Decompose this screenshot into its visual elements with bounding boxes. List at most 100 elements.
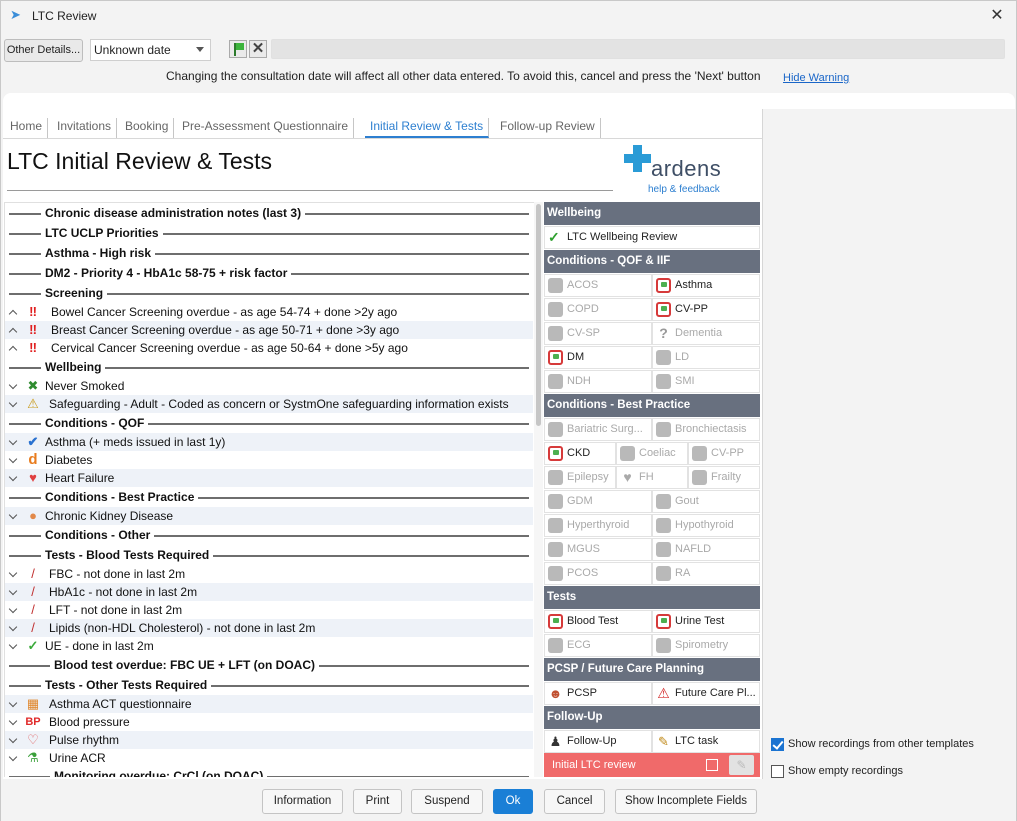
spirometry-button[interactable]: Spirometry: [652, 634, 760, 657]
dm-button[interactable]: DM: [544, 346, 652, 369]
initial-ltc-review-row[interactable]: Initial LTC review ✎: [544, 753, 760, 777]
fh-button[interactable]: ♥ FH: [616, 466, 688, 489]
ra-button[interactable]: RA: [652, 562, 760, 585]
chevron-down-icon[interactable]: [8, 436, 18, 446]
chevron-down-icon[interactable]: [8, 698, 18, 708]
tab-invitations[interactable]: Invitations: [52, 118, 118, 138]
pcsp-button[interactable]: ☻ PCSP: [544, 682, 652, 705]
asthma-button[interactable]: Asthma: [652, 274, 760, 297]
initial-ltc-review-checkbox[interactable]: [706, 759, 718, 771]
chevron-down-icon[interactable]: [8, 586, 18, 596]
list-item[interactable]: ♥ Heart Failure: [5, 469, 533, 487]
ltc-wellbeing-review-button[interactable]: ✓ LTC Wellbeing Review: [544, 226, 760, 249]
ardens-logo[interactable]: ardens help & feedback: [623, 144, 733, 196]
show-empty-recordings-checkbox[interactable]: [771, 765, 784, 778]
other-details-button[interactable]: Other Details...: [4, 39, 83, 62]
chevron-down-icon[interactable]: [8, 510, 18, 520]
ld-button[interactable]: LD: [652, 346, 760, 369]
mgus-button[interactable]: MGUS: [544, 538, 652, 561]
list-item[interactable]: / FBC - not done in last 2m: [5, 565, 533, 583]
epilepsy-button[interactable]: Epilepsy: [544, 466, 616, 489]
chevron-up-icon[interactable]: [8, 345, 18, 355]
nafld-button[interactable]: NAFLD: [652, 538, 760, 561]
help-feedback-link[interactable]: help & feedback: [648, 184, 720, 195]
list-item[interactable]: ‼ Breast Cancer Screening overdue - as ag…: [5, 321, 533, 339]
acos-button[interactable]: ACOS: [544, 274, 652, 297]
chevron-down-icon[interactable]: [8, 640, 18, 650]
show-incomplete-fields-button[interactable]: Show Incomplete Fields: [615, 789, 757, 814]
list-item[interactable]: ⚗ Urine ACR: [5, 749, 533, 767]
gout-button[interactable]: Gout: [652, 490, 760, 513]
ckd-button[interactable]: CKD: [544, 442, 616, 465]
list-item[interactable]: d Diabetes: [5, 451, 533, 469]
list-item[interactable]: ▦ Asthma ACT questionnaire: [5, 695, 533, 713]
date-text-field[interactable]: [271, 39, 1005, 59]
ndh-button[interactable]: NDH: [544, 370, 652, 393]
list-item[interactable]: ‼ Cervical Cancer Screening overdue - as …: [5, 339, 533, 357]
flag-icon[interactable]: [229, 40, 247, 58]
frailty-button[interactable]: Frailty: [688, 466, 760, 489]
list-item[interactable]: ✓ UE - done in last 2m: [5, 637, 533, 655]
tab-pre-assessment[interactable]: Pre-Assessment Questionnaire: [177, 118, 355, 138]
scroll-thumb[interactable]: [536, 204, 541, 426]
chevron-down-icon[interactable]: [8, 734, 18, 744]
tab-initial-review[interactable]: Initial Review & Tests: [365, 118, 490, 138]
tab-home[interactable]: Home: [5, 118, 49, 138]
suspend-button[interactable]: Suspend: [411, 789, 483, 814]
information-button[interactable]: Information: [262, 789, 343, 814]
clear-icon[interactable]: ✕: [249, 40, 267, 58]
cv-pp-bp-button[interactable]: CV-PP: [688, 442, 760, 465]
list-item[interactable]: / Lipids (non-HDL Cholesterol) - not done…: [5, 619, 533, 637]
chevron-up-icon[interactable]: [8, 309, 18, 319]
chevron-down-icon[interactable]: [8, 454, 18, 464]
cv-sp-button[interactable]: CV-SP: [544, 322, 652, 345]
chevron-down-icon[interactable]: [8, 622, 18, 632]
cancel-button[interactable]: Cancel: [544, 789, 605, 814]
hyperthyroid-button[interactable]: Hyperthyroid: [544, 514, 652, 537]
chevron-down-icon[interactable]: [8, 380, 18, 390]
follow-up-button[interactable]: ♟ Follow-Up: [544, 730, 652, 753]
coeliac-button[interactable]: Coeliac: [616, 442, 688, 465]
ltc-task-button[interactable]: ✎ LTC task: [652, 730, 760, 753]
tab-follow-up-review[interactable]: Follow-up Review: [495, 118, 601, 138]
urine-test-button[interactable]: Urine Test: [652, 610, 760, 633]
chevron-down-icon[interactable]: [8, 604, 18, 614]
bariatric-button[interactable]: Bariatric Surg...: [544, 418, 652, 441]
smi-button[interactable]: SMI: [652, 370, 760, 393]
future-care-button[interactable]: ⚠ Future Care Pl...: [652, 682, 760, 705]
consultation-date-select[interactable]: Unknown date: [90, 39, 211, 61]
blood-test-button[interactable]: Blood Test: [544, 610, 652, 633]
list-item[interactable]: ⚠ Safeguarding - Adult - Coded as concern…: [5, 395, 533, 413]
copd-button[interactable]: COPD: [544, 298, 652, 321]
list-item[interactable]: / HbA1c - not done in last 2m: [5, 583, 533, 601]
list-item[interactable]: ● Chronic Kidney Disease: [5, 507, 533, 525]
pencil-icon[interactable]: ✎: [729, 755, 754, 775]
section-wellbeing: Wellbeing: [544, 202, 760, 225]
list-item[interactable]: ‼ Bowel Cancer Screening overdue - as age…: [5, 303, 533, 321]
list-scrollbar[interactable]: [534, 202, 543, 777]
chevron-down-icon[interactable]: [8, 716, 18, 726]
bronchiectasis-button[interactable]: Bronchiectasis: [652, 418, 760, 441]
ecg-button[interactable]: ECG: [544, 634, 652, 657]
chevron-up-icon[interactable]: [8, 327, 18, 337]
close-icon[interactable]: ✕: [986, 5, 1008, 27]
chevron-down-icon[interactable]: [8, 752, 18, 762]
ok-button[interactable]: Ok: [493, 789, 533, 814]
show-other-templates-checkbox[interactable]: [771, 738, 784, 751]
tab-booking[interactable]: Booking: [120, 118, 175, 138]
print-button[interactable]: Print: [353, 789, 402, 814]
list-item[interactable]: BP Blood pressure: [5, 713, 533, 731]
hide-warning-link[interactable]: Hide Warning: [783, 72, 849, 84]
chevron-down-icon[interactable]: [8, 472, 18, 482]
gdm-button[interactable]: GDM: [544, 490, 652, 513]
hypothyroid-button[interactable]: Hypothyroid: [652, 514, 760, 537]
list-item[interactable]: ♡ Pulse rhythm: [5, 731, 533, 749]
list-item[interactable]: ✔ Asthma (+ meds issued in last 1y): [5, 433, 533, 451]
chevron-down-icon[interactable]: [8, 398, 18, 408]
dementia-button[interactable]: ? Dementia: [652, 322, 760, 345]
cv-pp-button[interactable]: CV-PP: [652, 298, 760, 321]
chevron-down-icon[interactable]: [8, 568, 18, 578]
list-item[interactable]: ✖ Never Smoked: [5, 377, 533, 395]
pcos-button[interactable]: PCOS: [544, 562, 652, 585]
list-item[interactable]: / LFT - not done in last 2m: [5, 601, 533, 619]
